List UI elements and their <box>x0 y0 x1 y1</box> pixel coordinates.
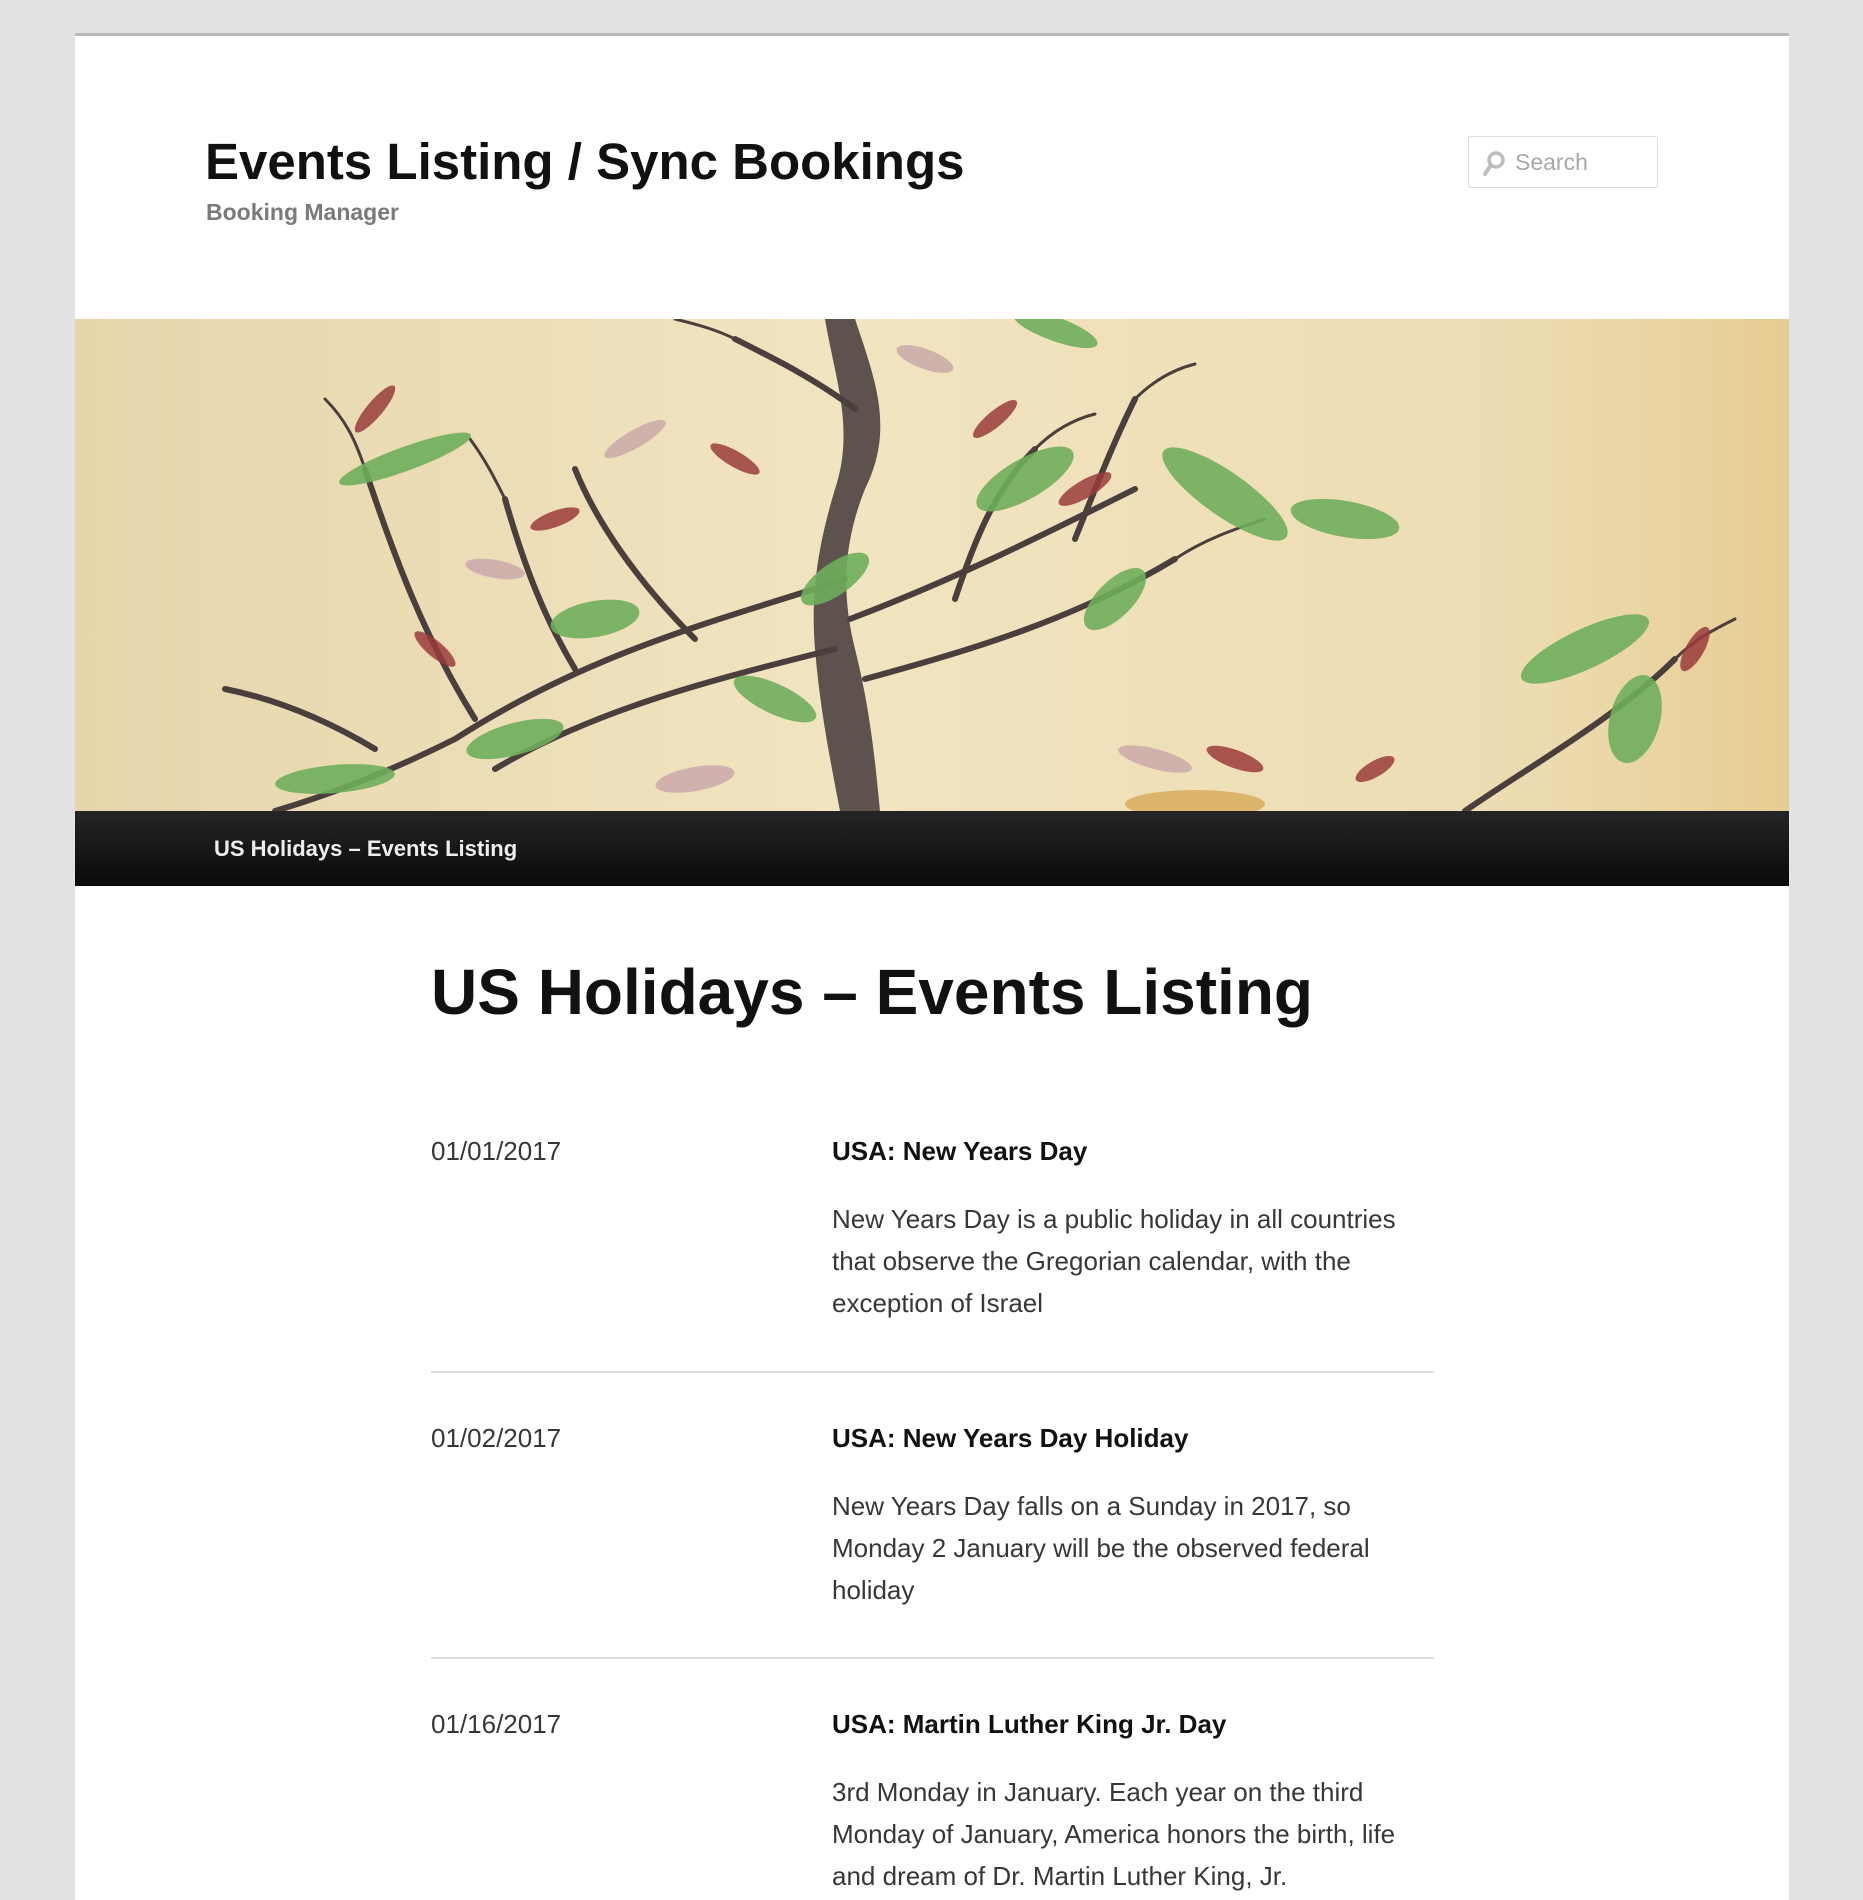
event-title-link[interactable]: USA: New Years Day Holiday <box>832 1421 1188 1455</box>
event-date: 01/16/2017 <box>431 1709 562 1739</box>
event-date: 01/02/2017 <box>431 1423 562 1453</box>
event-divider <box>431 1657 1434 1659</box>
event-description: New Years Day falls on a Sunday in 2017,… <box>832 1491 1370 1605</box>
event-title-link[interactable]: USA: New Years Day <box>832 1134 1087 1168</box>
event-description: 3rd Monday in January. Each year on the … <box>832 1777 1396 1891</box>
header-banner-image <box>75 319 1789 811</box>
search-icon <box>1481 150 1507 176</box>
nav-item-us-holidays-events-listing[interactable]: US Holidays – Events Listing <box>214 811 517 886</box>
page-container: Events Listing / Sync Bookings Booking M… <box>75 33 1789 1900</box>
page-title: US Holidays – Events Listing <box>431 956 1313 1028</box>
search-form[interactable] <box>1468 136 1658 188</box>
main-navigation: US Holidays – Events Listing <box>75 811 1789 886</box>
event-divider <box>431 1371 1434 1373</box>
event-title-link[interactable]: USA: Martin Luther King Jr. Day <box>832 1707 1226 1741</box>
site-title[interactable]: Events Listing / Sync Bookings <box>205 131 964 192</box>
search-input[interactable] <box>1515 137 1653 187</box>
site-description: Booking Manager <box>206 199 399 225</box>
event-description: New Years Day is a public holiday in all… <box>832 1204 1396 1318</box>
event-date: 01/01/2017 <box>431 1136 562 1166</box>
